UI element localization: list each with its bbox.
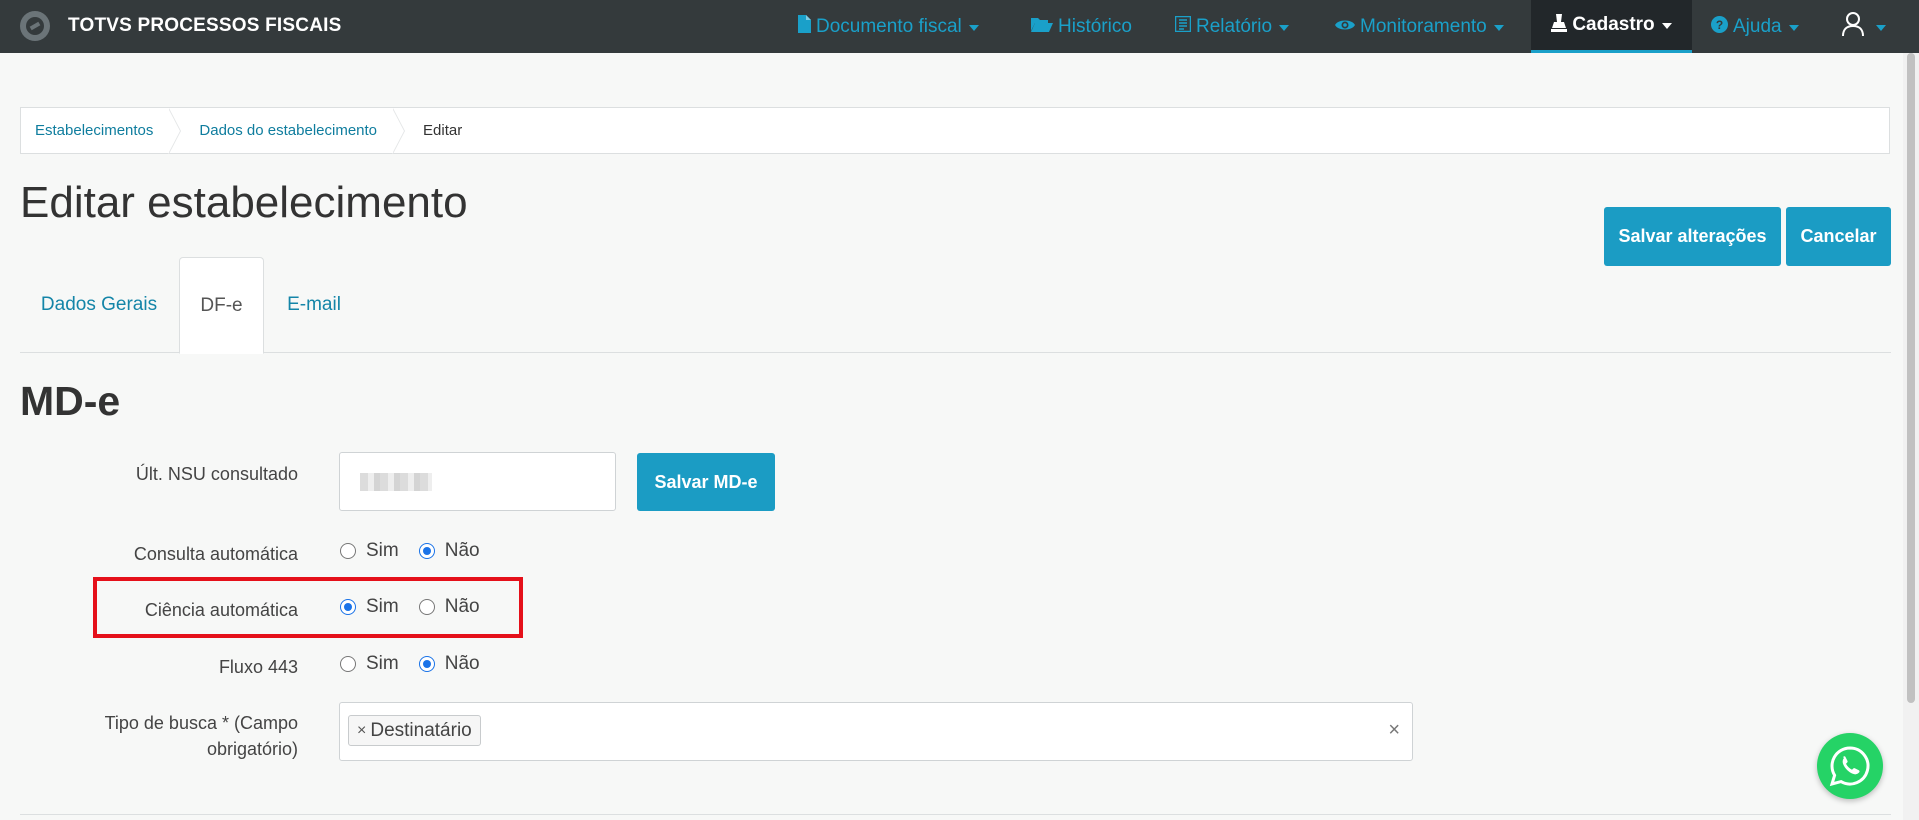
app-name: TOTVS PROCESSOS FISCAIS bbox=[68, 15, 342, 36]
fluxo-nao-radio[interactable] bbox=[418, 656, 435, 672]
nav-cadastro[interactable]: Cadastro bbox=[1531, 0, 1692, 53]
nav-monitoramento[interactable]: Monitoramento bbox=[1335, 0, 1504, 53]
chevron-down-icon bbox=[968, 24, 979, 31]
consulta-nao-radio[interactable] bbox=[418, 543, 435, 559]
folder-open-icon bbox=[1031, 16, 1053, 37]
nav-ajuda[interactable]: ? Ajuda bbox=[1711, 0, 1799, 53]
file-icon bbox=[797, 15, 811, 38]
remove-tag-icon[interactable]: × bbox=[357, 722, 366, 740]
breadcrumb-separator bbox=[168, 108, 185, 154]
consulta-automatica-label: Consulta automática bbox=[133, 544, 298, 564]
save-mde-button[interactable]: Salvar MD-e bbox=[637, 453, 775, 511]
breadcrumb-estabelecimentos[interactable]: Estabelecimentos bbox=[21, 108, 171, 153]
fluxo-sim-radio[interactable] bbox=[340, 656, 356, 672]
ciencia-automatica-radio-group: Sim Não bbox=[340, 596, 500, 618]
breadcrumb-dados-estabelecimento[interactable]: Dados do estabelecimento bbox=[185, 108, 395, 153]
question-circle-icon: ? bbox=[1711, 15, 1728, 38]
breadcrumb: Estabelecimentos Dados do estabeleciment… bbox=[20, 107, 1890, 154]
whatsapp-chat-button[interactable] bbox=[1817, 733, 1883, 799]
chevron-down-icon bbox=[1661, 23, 1672, 29]
eye-icon bbox=[1335, 16, 1355, 37]
tipo-busca-label-line2: obrigatório) bbox=[206, 739, 298, 759]
nav-label: Relatório bbox=[1196, 15, 1273, 37]
ciencia-nao-radio[interactable] bbox=[418, 599, 435, 615]
user-icon bbox=[1842, 12, 1864, 41]
ciencia-sim-radio[interactable] bbox=[340, 599, 356, 615]
nav-label: Ajuda bbox=[1733, 15, 1782, 37]
ciencia-automatica-label: Ciência automática bbox=[144, 600, 298, 620]
nav-label: Monitoramento bbox=[1360, 15, 1487, 37]
tag-label: Destinatário bbox=[370, 719, 472, 741]
tab-bar: Dados Gerais DF-e E-mail bbox=[20, 257, 1891, 354]
nsu-input[interactable] bbox=[339, 452, 616, 511]
radio-label-sim: Sim bbox=[366, 540, 399, 561]
nav-label: Documento fiscal bbox=[816, 15, 962, 37]
tipo-busca-select[interactable]: × Destinatário × bbox=[339, 702, 1413, 761]
breadcrumb-editar: Editar bbox=[423, 122, 463, 139]
fluxo-443-label: Fluxo 443 bbox=[218, 657, 298, 677]
radio-label-sim: Sim bbox=[366, 653, 399, 674]
nav-user-menu[interactable] bbox=[1842, 0, 1886, 53]
svg-text:?: ? bbox=[1716, 18, 1723, 32]
clear-selection-icon[interactable]: × bbox=[1388, 719, 1400, 742]
nav-label: Histórico bbox=[1058, 15, 1132, 37]
page-title: Editar estabelecimento bbox=[20, 178, 468, 227]
tag-destinatario: × Destinatário bbox=[348, 715, 481, 746]
nsu-label: Últ. NSU consultado bbox=[135, 464, 298, 484]
breadcrumb-separator bbox=[392, 108, 409, 154]
divider bbox=[20, 814, 1891, 815]
top-navbar: TOTVS PROCESSOS FISCAIS Documento fiscal… bbox=[0, 0, 1919, 53]
radio-label-sim: Sim bbox=[366, 596, 399, 617]
chevron-down-icon bbox=[1493, 24, 1504, 31]
tab-email[interactable]: E-mail bbox=[268, 257, 360, 353]
masked-value bbox=[360, 473, 432, 491]
tipo-busca-label: Tipo de busca * (Campo obrigatório) bbox=[105, 710, 298, 762]
radio-label-nao: Não bbox=[444, 596, 480, 617]
brand[interactable]: TOTVS PROCESSOS FISCAIS bbox=[20, 10, 341, 42]
nav-documento-fiscal[interactable]: Documento fiscal bbox=[797, 0, 979, 53]
fluxo-443-radio-group: Sim Não bbox=[340, 653, 500, 675]
tab-dados-gerais[interactable]: Dados Gerais bbox=[20, 257, 178, 353]
tab-dfe[interactable]: DF-e bbox=[179, 257, 264, 354]
whatsapp-icon bbox=[1829, 746, 1870, 787]
chevron-down-icon bbox=[1788, 24, 1799, 31]
radio-label-nao: Não bbox=[444, 540, 480, 561]
nav-label: Cadastro bbox=[1572, 14, 1655, 35]
scrollbar-thumb[interactable] bbox=[1907, 53, 1915, 703]
consulta-sim-radio[interactable] bbox=[340, 543, 356, 559]
consulta-automatica-radio-group: Sim Não bbox=[340, 540, 500, 562]
totvs-logo-icon bbox=[20, 11, 50, 41]
stamp-icon bbox=[1551, 13, 1568, 37]
radio-label-nao: Não bbox=[444, 653, 480, 674]
vertical-scrollbar[interactable] bbox=[1903, 53, 1919, 820]
nav-historico[interactable]: Histórico bbox=[1031, 0, 1132, 53]
nav-relatorio[interactable]: Relatório bbox=[1174, 0, 1290, 53]
chevron-down-icon bbox=[1876, 24, 1886, 31]
report-icon bbox=[1174, 15, 1192, 37]
chevron-down-icon bbox=[1279, 24, 1290, 31]
tipo-busca-label-line1: Tipo de busca * (Campo bbox=[104, 713, 298, 733]
section-title-mde: MD-e bbox=[20, 378, 121, 424]
